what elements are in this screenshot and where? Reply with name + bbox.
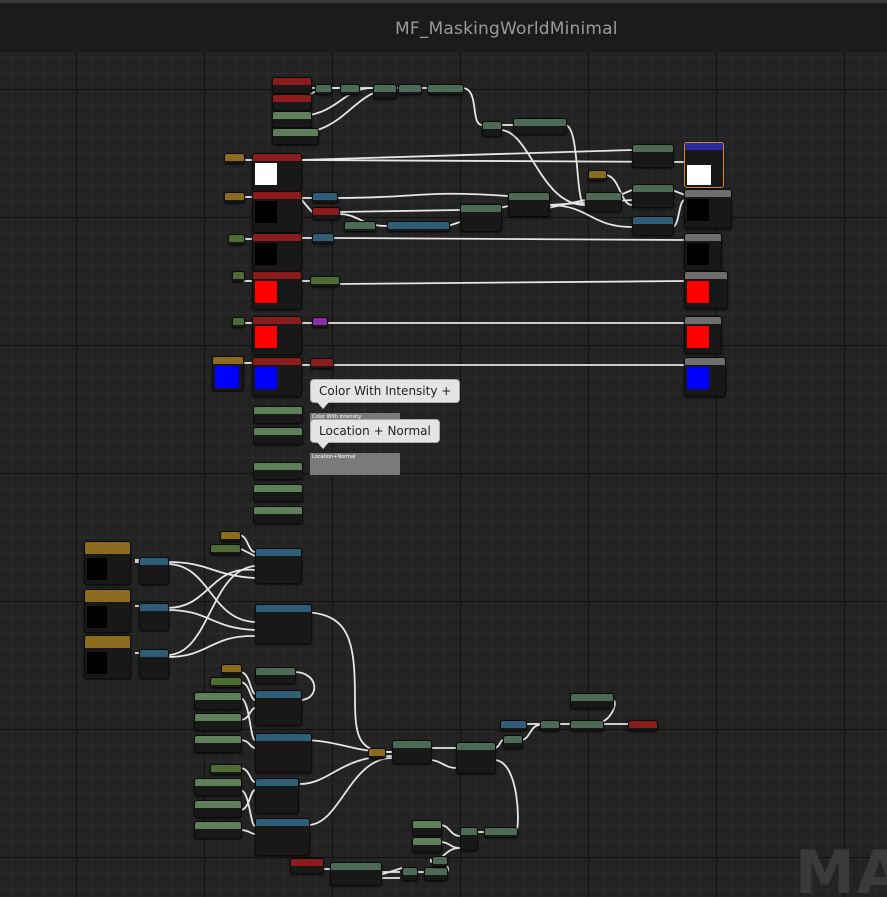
input-ao-node[interactable] [252, 316, 302, 355]
emissive-param-bottom[interactable] [500, 720, 527, 731]
light-pos-node-2[interactable] [412, 837, 442, 853]
normal-mask-node[interactable] [310, 358, 334, 369]
texture-sample-node-2[interactable] [84, 589, 131, 633]
roughness-param-lower-3[interactable] [210, 764, 242, 775]
param-node-2[interactable] [253, 427, 303, 445]
output-normal-node[interactable] [684, 357, 726, 397]
add-bottom-node[interactable] [540, 720, 560, 731]
saturate-node[interactable] [398, 84, 422, 95]
select-emissive-node[interactable] [632, 184, 674, 208]
output-ao-node[interactable] [684, 316, 722, 354]
make-float-node-3[interactable] [139, 649, 169, 679]
emissive-multiply-node[interactable] [632, 216, 674, 236]
vertex-normal-bottom-node[interactable] [290, 858, 324, 874]
emissive-vector-node[interactable] [312, 207, 340, 220]
multiply-parameter-node[interactable] [272, 128, 319, 145]
mask-rgb-bottom-node[interactable] [570, 720, 604, 731]
vector-components-bottom-node[interactable] [484, 827, 518, 838]
constant-lower-2[interactable] [221, 664, 242, 675]
multiply-node-mid[interactable] [482, 121, 502, 137]
mf-light-function-lower-node-2[interactable] [255, 778, 299, 814]
vector-components-node[interactable] [427, 84, 464, 95]
ao-mask-node[interactable] [312, 317, 328, 328]
tooltip-color-with-intensity: Color With Intensity + [310, 379, 461, 409]
shading-path-switch-node[interactable] [460, 204, 502, 232]
material-graph-editor[interactable]: MF_MaskingWorldMinimal Color With Intens… [0, 0, 887, 897]
dot-bottom-node[interactable] [402, 867, 418, 881]
param-lower-f[interactable] [194, 821, 242, 839]
roughness-param-lower-2[interactable] [210, 677, 242, 688]
test-light-compensation-node[interactable] [570, 693, 614, 709]
mask-rgb-node[interactable] [344, 221, 376, 232]
emissive-out-bottom-node[interactable] [628, 720, 658, 731]
input-roughness-node[interactable] [252, 271, 302, 310]
param-lower-e[interactable] [194, 800, 242, 818]
param-lower-a[interactable] [194, 692, 242, 710]
test-edge-reflection-node[interactable] [513, 118, 567, 135]
param-lower-b[interactable] [194, 713, 242, 731]
power-node[interactable] [340, 84, 360, 95]
emissive-mask-node[interactable] [312, 192, 338, 203]
constant-bottom[interactable] [368, 748, 386, 759]
emissive-constant-node[interactable] [224, 192, 245, 203]
multiply-node-top[interactable] [373, 84, 397, 99]
title-bar: MF_MaskingWorldMinimal [0, 0, 887, 52]
shading-path-switch-node-2[interactable] [585, 192, 622, 212]
param-node-3[interactable] [253, 462, 303, 480]
get-switch-light-bottom-node[interactable] [392, 740, 432, 764]
mf-light-function-lower-node[interactable] [255, 690, 302, 726]
mf-light-function-switch-lower-node[interactable] [255, 733, 312, 773]
input-emissive-color-node[interactable] [252, 191, 302, 233]
shading-path-switch-bottom-node[interactable] [456, 742, 496, 774]
comment-location-normal: Location+Normal [310, 453, 400, 475]
output-base-color-node[interactable] [684, 142, 724, 188]
normal-constant-node[interactable] [212, 356, 244, 391]
metallic-constant-node[interactable] [228, 234, 245, 245]
connection-wires [134, 83, 686, 879]
constant-node-lower[interactable] [220, 531, 241, 542]
fresnel-parameter-node[interactable] [272, 111, 312, 128]
param-node-4[interactable] [253, 484, 303, 502]
mf-light-function-switch-lower-node-2[interactable] [255, 818, 310, 856]
set-local-reflection-node[interactable] [508, 192, 550, 217]
metallic-mask-node[interactable] [312, 233, 334, 244]
ao-constant-node[interactable] [232, 317, 245, 328]
base-color-constant-node[interactable] [224, 153, 245, 164]
param-node-1[interactable] [253, 406, 303, 424]
texture-sample-node-3[interactable] [84, 635, 131, 679]
get-switch-light-node[interactable] [255, 667, 296, 684]
light-pos-node-1[interactable] [412, 820, 442, 836]
add-bottom-node-2[interactable] [432, 856, 448, 867]
vertex-normal-ws-node[interactable] [272, 77, 312, 94]
output-metallic-node[interactable] [684, 233, 722, 271]
watermark-text: MAT [795, 838, 887, 897]
select-base-node[interactable] [632, 144, 674, 168]
param-lower-c[interactable] [194, 735, 242, 753]
param-lower-d[interactable] [194, 778, 242, 796]
transform-vector-node[interactable] [330, 862, 382, 886]
roughness-param-lower[interactable] [210, 544, 241, 555]
mf-light-function-switch-node[interactable] [255, 604, 312, 644]
multiply-bottom-node[interactable] [503, 735, 523, 749]
param-node-5[interactable] [253, 506, 303, 524]
make-float-node-2[interactable] [139, 603, 169, 631]
mf-light-function-node[interactable] [255, 548, 302, 584]
camera-vector-node[interactable] [272, 94, 312, 111]
input-base-color-node[interactable] [252, 153, 302, 192]
mf-emissive-function-node[interactable] [387, 221, 450, 232]
make-float-node-1[interactable] [139, 557, 169, 585]
input-metallic-node[interactable] [252, 233, 302, 272]
roughness-constant-node[interactable] [232, 271, 245, 282]
saturate-bottom-node[interactable] [424, 867, 448, 881]
constant-vector-node[interactable] [588, 170, 607, 181]
dot-node[interactable] [315, 84, 332, 95]
lerp-node[interactable] [460, 827, 478, 851]
texture-sample-node-1[interactable] [84, 541, 131, 585]
input-normal-node[interactable] [252, 357, 302, 397]
roughness-mask-node[interactable] [310, 276, 340, 287]
output-emissive-color-node[interactable] [684, 189, 732, 229]
window-title: MF_MaskingWorldMinimal [395, 19, 618, 39]
tooltip-location-normal: Location + Normal [310, 419, 440, 449]
output-roughness-node[interactable] [684, 271, 728, 309]
